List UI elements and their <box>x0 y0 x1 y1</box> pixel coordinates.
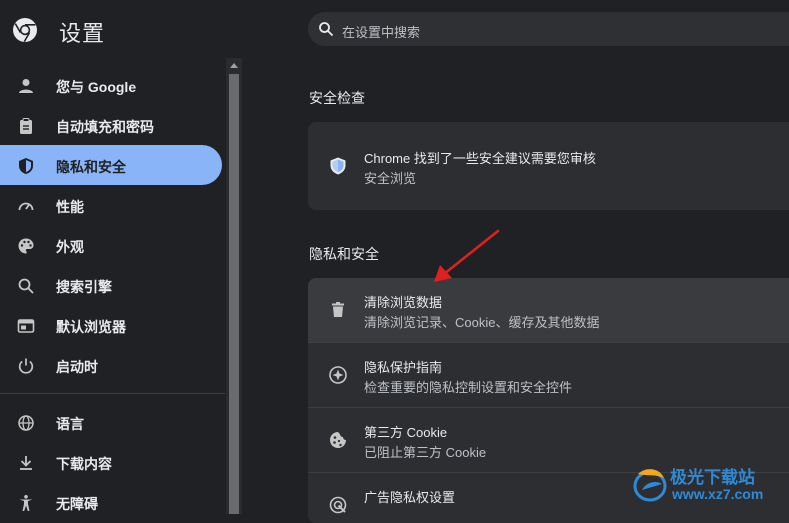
palette-icon <box>18 238 34 254</box>
sidebar-item-label: 默认浏览器 <box>56 319 126 335</box>
browser-icon <box>17 319 35 333</box>
annotation-arrow-icon <box>434 229 500 282</box>
sidebar-item-label: 语言 <box>56 416 84 432</box>
search-icon <box>319 22 334 37</box>
compass-icon <box>329 366 347 384</box>
sidebar-item-privacy-security[interactable]: 隐私和安全 <box>0 145 222 185</box>
search-placeholder: 在设置中搜索 <box>342 25 421 40</box>
scroll-thumb[interactable] <box>229 74 239 514</box>
download-icon <box>20 456 32 470</box>
sidebar-item-default-browser[interactable]: 默认浏览器 <box>0 305 222 345</box>
safety-check-subtitle: 安全浏览 <box>364 171 417 186</box>
main-content: 安全检查 Chrome 找到了一些安全建议需要您审核 安全浏览 隐私和安全 清除… <box>244 58 789 523</box>
privacy-guide-row[interactable]: 隐私保护指南 检查重要的隐私控制设置和安全控件 <box>308 343 789 407</box>
globe-icon <box>18 415 34 431</box>
sidebar-item-languages[interactable]: 语言 <box>0 402 222 442</box>
sidebar-item-downloads[interactable]: 下载内容 <box>0 442 222 482</box>
sidebar-item-performance[interactable]: 性能 <box>0 185 222 225</box>
sidebar-scrollbar[interactable] <box>226 58 242 514</box>
sidebar-item-label: 下载内容 <box>56 456 112 472</box>
sidebar-item-label: 搜索引擎 <box>56 279 112 295</box>
watermark: 极光下载站 www.xz7.com <box>628 458 789 514</box>
sidebar-item-on-startup[interactable]: 启动时 <box>0 345 222 385</box>
page-title: 设置 <box>59 21 106 46</box>
sidebar-item-label: 自动填充和密码 <box>56 119 154 135</box>
shield-icon <box>330 157 346 175</box>
shield-icon <box>19 158 33 174</box>
person-icon <box>19 79 33 93</box>
sidebar-item-label: 无障碍 <box>56 496 98 512</box>
cookie-icon <box>330 432 346 448</box>
sidebar-item-label: 外观 <box>56 239 84 255</box>
sidebar-divider <box>0 393 225 394</box>
watermark-text: 极光下载站 <box>670 468 755 487</box>
clipboard-icon <box>20 118 32 134</box>
ad-privacy-icon <box>329 496 347 514</box>
chrome-logo-icon <box>13 18 37 43</box>
sidebar-item-you-and-google[interactable]: 您与 Google <box>0 65 222 105</box>
search-input[interactable]: 在设置中搜索 <box>308 12 789 46</box>
safety-check-title: Chrome 找到了一些安全建议需要您审核 <box>364 151 596 166</box>
row-title: 隐私保护指南 <box>364 360 443 375</box>
speedometer-icon <box>18 202 34 211</box>
watermark-logo-icon <box>633 469 667 502</box>
sidebar-item-accessibility[interactable]: 无障碍 <box>0 482 222 522</box>
trash-icon <box>332 302 344 317</box>
search-icon <box>18 278 34 294</box>
scroll-up-arrow-icon[interactable] <box>230 63 238 68</box>
power-icon <box>18 358 34 374</box>
sidebar-item-label: 隐私和安全 <box>56 159 126 175</box>
sidebar: 您与 Google 自动填充和密码 隐私和安全 性能 外观 搜索引擎 默认浏览器… <box>0 58 244 514</box>
accessibility-icon <box>19 495 33 511</box>
row-subtitle: 检查重要的隐私控制设置和安全控件 <box>364 380 573 395</box>
row-title: 广告隐私权设置 <box>364 490 456 505</box>
row-subtitle: 清除浏览记录、Cookie、缓存及其他数据 <box>364 315 600 330</box>
watermark-url: www.xz7.com <box>672 486 764 502</box>
section-title-privacy: 隐私和安全 <box>309 246 379 262</box>
sidebar-item-autofill[interactable]: 自动填充和密码 <box>0 105 222 145</box>
sidebar-item-label: 您与 Google <box>56 79 137 95</box>
row-title: 第三方 Cookie <box>364 425 448 440</box>
row-title: 清除浏览数据 <box>364 295 443 310</box>
section-title-safety-check: 安全检查 <box>309 90 365 106</box>
safety-check-card[interactable]: Chrome 找到了一些安全建议需要您审核 安全浏览 <box>308 122 789 210</box>
sidebar-item-label: 启动时 <box>56 359 98 375</box>
sidebar-item-label: 性能 <box>56 199 84 215</box>
sidebar-item-search-engine[interactable]: 搜索引擎 <box>0 265 222 305</box>
row-subtitle: 已阻止第三方 Cookie <box>364 445 487 460</box>
clear-browsing-data-row[interactable]: 清除浏览数据 清除浏览记录、Cookie、缓存及其他数据 <box>308 278 789 342</box>
safety-check-row[interactable]: Chrome 找到了一些安全建议需要您审核 安全浏览 <box>308 134 789 198</box>
header: 设置 在设置中搜索 <box>0 0 789 58</box>
sidebar-item-appearance[interactable]: 外观 <box>0 225 222 265</box>
